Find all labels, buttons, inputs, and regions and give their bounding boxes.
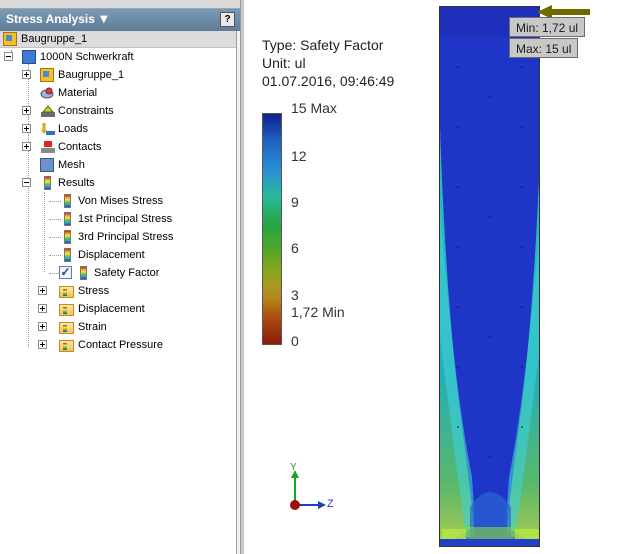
- tree-item-displacement-folder[interactable]: Displacement: [0, 300, 236, 318]
- result-type: Type: Safety Factor: [262, 37, 384, 53]
- browser-title[interactable]: Stress Analysis: [6, 12, 95, 26]
- tree-item-mesh[interactable]: Mesh: [0, 156, 236, 174]
- tree-item-label: Loads: [58, 123, 88, 135]
- tree-item-assembly[interactable]: Baugruppe_1: [0, 66, 236, 84]
- collapse-icon[interactable]: [22, 178, 31, 187]
- axis-z-label: Z: [327, 498, 334, 510]
- folder-icon: [59, 322, 74, 334]
- tree-item-label: Mesh: [58, 159, 85, 171]
- tree-item-von-mises[interactable]: Von Mises Stress: [0, 192, 236, 210]
- tree-root[interactable]: Baugruppe_1: [0, 31, 240, 48]
- tree-item-load-case[interactable]: 1000N Schwerkraft: [0, 48, 236, 66]
- folder-icon: [59, 286, 74, 298]
- tree-item-label: Baugruppe_1: [58, 69, 125, 81]
- expand-icon[interactable]: [22, 106, 31, 115]
- expand-icon[interactable]: [38, 286, 47, 295]
- tree-item-label: 1st Principal Stress: [78, 213, 173, 225]
- tree-item-label: Strain: [78, 321, 107, 333]
- expand-icon[interactable]: [38, 340, 47, 349]
- min-probe-label: Min: 1,72 ul: [509, 17, 586, 37]
- axis-y-label: Y: [290, 462, 297, 473]
- checkmark-icon[interactable]: ✓: [59, 266, 72, 279]
- result-gradient-icon: [64, 248, 71, 262]
- tree-item-contact-pressure-folder[interactable]: Contact Pressure: [0, 336, 236, 354]
- legend-tick: 9: [291, 194, 299, 210]
- result-gradient-icon: [64, 212, 71, 226]
- legend-max-label: 15 Max: [291, 100, 337, 116]
- tree-item-constraints[interactable]: Constraints: [0, 102, 236, 120]
- expand-icon[interactable]: [22, 70, 31, 79]
- chevron-down-icon[interactable]: ▼: [100, 14, 108, 25]
- contact-icon: [40, 140, 56, 154]
- tree-item-label: Displacement: [78, 249, 145, 261]
- material-icon: [40, 86, 55, 100]
- tree-item-label: Displacement: [78, 303, 145, 315]
- model-browser: Stress Analysis ▼ ? Baugruppe_1 1000N Sc…: [0, 0, 241, 554]
- tree-item-label: Results: [58, 177, 95, 189]
- tree-item-material[interactable]: Material: [0, 84, 236, 102]
- legend-tick: 6: [291, 240, 299, 256]
- expand-icon[interactable]: [38, 322, 47, 331]
- view-triad[interactable]: Y Z: [280, 460, 340, 520]
- tree-item-1st-principal[interactable]: 1st Principal Stress: [0, 210, 236, 228]
- tree-item-safety-factor[interactable]: ✓ Safety Factor: [0, 264, 236, 282]
- collapse-icon[interactable]: [4, 52, 13, 61]
- mesh-icon: [40, 158, 54, 172]
- tree-item-label: 3rd Principal Stress: [78, 231, 174, 243]
- legend-tick: 12: [291, 148, 307, 164]
- tree-item-label: Von Mises Stress: [78, 195, 163, 207]
- result-info: Type: Safety Factor Unit: ul 01.07.2016,…: [262, 36, 394, 90]
- load-case-icon: [22, 50, 36, 64]
- tree-item-label: Contact Pressure: [78, 339, 163, 351]
- result-timestamp: 01.07.2016, 09:46:49: [262, 73, 395, 89]
- tree-item-label: Material: [58, 87, 98, 99]
- tree-item-label: Constraints: [58, 105, 114, 117]
- result-gradient-icon: [64, 230, 71, 244]
- legend-min-label: 1,72 Min: [291, 304, 345, 320]
- tree-item-contacts[interactable]: Contacts: [0, 138, 236, 156]
- browser-header[interactable]: Stress Analysis ▼ ?: [0, 8, 240, 32]
- panel-splitter[interactable]: [240, 0, 244, 554]
- help-button[interactable]: ?: [220, 12, 235, 27]
- tree-item-3rd-principal[interactable]: 3rd Principal Stress: [0, 228, 236, 246]
- result-gradient-icon: [64, 194, 71, 208]
- expand-icon[interactable]: [22, 124, 31, 133]
- tree-item-label: Contacts: [58, 141, 102, 153]
- folder-icon: [59, 304, 74, 316]
- color-legend-bar: [262, 113, 282, 345]
- tree-item-stress-folder[interactable]: Stress: [0, 282, 236, 300]
- expand-icon[interactable]: [22, 142, 31, 151]
- result-gradient-icon: [80, 266, 87, 280]
- result-unit: Unit: ul: [262, 55, 306, 71]
- assembly-icon: [3, 32, 17, 46]
- results-gradient-icon: [44, 176, 51, 190]
- constraint-icon: [40, 104, 56, 118]
- tree-item-label: Stress: [78, 285, 110, 297]
- legend-zero-label: 0: [291, 333, 299, 349]
- legend-tick: 3: [291, 287, 299, 303]
- tree-item-loads[interactable]: Loads: [0, 120, 236, 138]
- load-arrow-icon: [40, 122, 56, 136]
- max-probe-label: Max: 15 ul: [509, 38, 579, 58]
- folder-icon: [59, 340, 74, 352]
- tree-item-displacement-result[interactable]: Displacement: [0, 246, 236, 264]
- tree-root-label: Baugruppe_1: [21, 33, 88, 45]
- tree-item-strain-folder[interactable]: Strain: [0, 318, 236, 336]
- tree-item-label: Safety Factor: [94, 267, 160, 279]
- tree-item-label: 1000N Schwerkraft: [40, 51, 134, 63]
- tree-item-results[interactable]: Results: [0, 174, 236, 192]
- safety-factor-model[interactable]: [439, 6, 540, 547]
- assembly-icon: [40, 68, 54, 82]
- expand-icon[interactable]: [38, 304, 47, 313]
